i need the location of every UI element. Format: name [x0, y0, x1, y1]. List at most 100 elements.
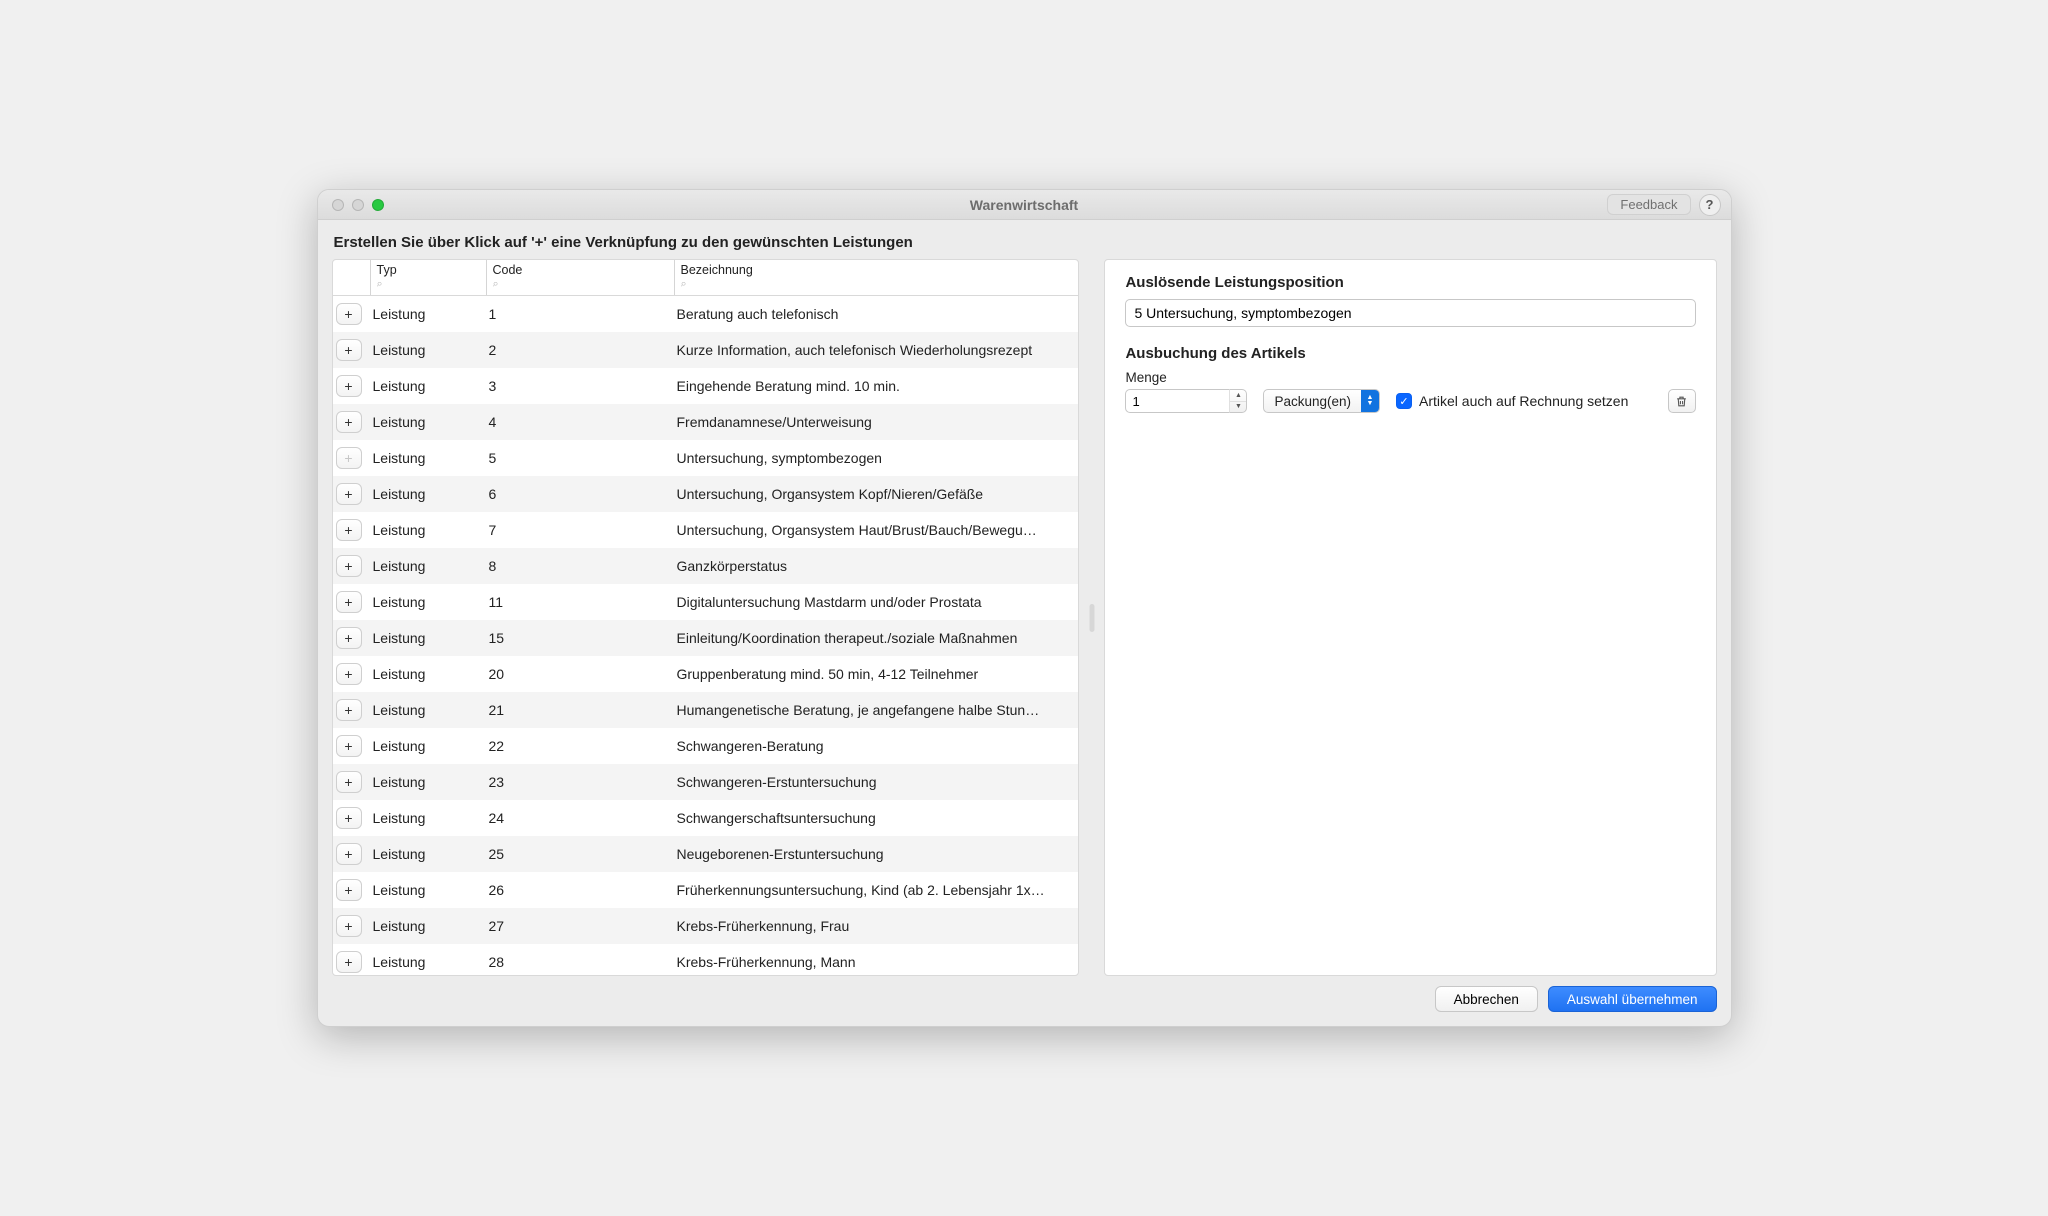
cell-typ: Leistung [371, 666, 487, 682]
add-button[interactable]: + [336, 519, 362, 541]
filter-code-input[interactable] [491, 277, 670, 291]
trigger-label: Auslösende Leistungsposition [1125, 274, 1695, 291]
feedback-button[interactable]: Feedback [1607, 194, 1690, 215]
filter-bez-input[interactable] [679, 277, 1074, 291]
unit-value: Packung(en) [1274, 394, 1351, 409]
table-row[interactable]: + Leistung5Untersuchung, symptombezogen [333, 440, 1078, 476]
cell-bezeichnung: Untersuchung, Organsystem Kopf/Nieren/Ge… [675, 486, 1078, 502]
table-row[interactable]: +Leistung21Humangenetische Beratung, je … [333, 692, 1078, 728]
table-row[interactable]: +Leistung2Kurze Information, auch telefo… [333, 332, 1078, 368]
chevron-down-icon[interactable]: ▼ [1230, 402, 1246, 413]
add-button[interactable]: + [336, 843, 362, 865]
cell-code: 22 [487, 738, 675, 754]
col-typ-label: Typ [375, 262, 482, 277]
invoice-checkbox[interactable]: ✓ Artikel auch auf Rechnung setzen [1396, 393, 1628, 409]
add-button[interactable]: + [336, 375, 362, 397]
table-row[interactable]: +Leistung24Schwangerschaftsuntersuchung [333, 800, 1078, 836]
splitter[interactable] [1089, 259, 1095, 976]
cell-code: 6 [487, 486, 675, 502]
cell-code: 5 [487, 450, 675, 466]
footer: Abbrechen Auswahl übernehmen [318, 976, 1731, 1026]
cell-typ: Leistung [371, 378, 487, 394]
table-row[interactable]: +Leistung1Beratung auch telefonisch [333, 296, 1078, 332]
minimize-icon[interactable] [352, 199, 364, 211]
cell-typ: Leistung [371, 882, 487, 898]
cell-code: 11 [487, 594, 675, 610]
add-button[interactable]: + [336, 807, 362, 829]
apply-button[interactable]: Auswahl übernehmen [1548, 986, 1717, 1012]
detail-panel: Auslösende Leistungsposition Ausbuchung … [1104, 259, 1716, 976]
table-row[interactable]: +Leistung3Eingehende Beratung mind. 10 m… [333, 368, 1078, 404]
close-icon[interactable] [332, 199, 344, 211]
table-row[interactable]: +Leistung28Krebs-Früherkennung, Mann [333, 944, 1078, 975]
add-button[interactable]: + [336, 555, 362, 577]
zoom-icon[interactable] [372, 199, 384, 211]
chevron-up-icon[interactable]: ▲ [1230, 390, 1246, 402]
trigger-value-field[interactable] [1125, 299, 1695, 327]
cell-bezeichnung: Gruppenberatung mind. 50 min, 4-12 Teiln… [675, 666, 1078, 682]
add-button[interactable]: + [336, 915, 362, 937]
table-row[interactable]: +Leistung11Digitaluntersuchung Mastdarm … [333, 584, 1078, 620]
add-button[interactable]: + [336, 879, 362, 901]
quantity-input[interactable] [1125, 389, 1229, 413]
cell-bezeichnung: Humangenetische Beratung, je angefangene… [675, 702, 1078, 718]
table-row[interactable]: + Leistung20Gruppenberatung mind. 50 min,… [333, 656, 1078, 692]
cell-typ: Leistung [371, 918, 487, 934]
stepper-arrows[interactable]: ▲ ▼ [1229, 389, 1247, 413]
table-row[interactable]: +Leistung7Untersuchung, Organsystem Haut… [333, 512, 1078, 548]
cancel-button[interactable]: Abbrechen [1435, 986, 1538, 1012]
add-button[interactable]: + [336, 339, 362, 361]
table-row[interactable]: +Leistung27Krebs-Früherkennung, Frau [333, 908, 1078, 944]
cell-code: 26 [487, 882, 675, 898]
cell-typ: Leistung [371, 954, 487, 970]
table-row[interactable]: +Leistung22Schwangeren-Beratung [333, 728, 1078, 764]
cell-typ: Leistung [371, 450, 487, 466]
instruction-text: Erstellen Sie über Klick auf '+' eine Ve… [318, 220, 1731, 259]
cell-code: 2 [487, 342, 675, 358]
select-caret-icon: ▲▼ [1361, 390, 1379, 412]
cell-bezeichnung: Ganzkörperstatus [675, 558, 1078, 574]
cell-typ: Leistung [371, 630, 487, 646]
add-button[interactable]: + [336, 771, 362, 793]
add-button[interactable]: + [336, 591, 362, 613]
add-button[interactable]: + [336, 483, 362, 505]
splitter-handle-icon [1089, 604, 1094, 632]
cell-bezeichnung: Einleitung/Koordination therapeut./sozia… [675, 630, 1078, 646]
add-button[interactable]: + [336, 951, 362, 973]
filter-typ-input[interactable] [375, 277, 482, 291]
table-row[interactable]: +Leistung25Neugeborenen-Erstuntersuchung [333, 836, 1078, 872]
col-bez-header[interactable]: Bezeichnung [675, 260, 1078, 295]
add-button[interactable]: + [336, 627, 362, 649]
table-row[interactable]: +Leistung4Fremdanamnese/Unterweisung [333, 404, 1078, 440]
services-table: Typ Code Bezeichnung +Leistung1Beratung … [332, 259, 1079, 976]
cell-bezeichnung: Beratung auch telefonisch [675, 306, 1078, 322]
delete-button[interactable] [1668, 389, 1696, 413]
add-button[interactable]: + [336, 735, 362, 757]
cell-bezeichnung: Krebs-Früherkennung, Frau [675, 918, 1078, 934]
cell-typ: Leistung [371, 522, 487, 538]
table-row[interactable]: +Leistung23Schwangeren-Erstuntersuchung [333, 764, 1078, 800]
add-button[interactable]: + [336, 699, 362, 721]
table-row[interactable]: +Leistung26Früherkennungsuntersuchung, K… [333, 872, 1078, 908]
check-icon: ✓ [1396, 393, 1412, 409]
table-row[interactable]: +Leistung8Ganzkörperstatus [333, 548, 1078, 584]
col-code-header[interactable]: Code [487, 260, 675, 295]
add-button: + [336, 447, 362, 469]
col-typ-header[interactable]: Typ [371, 260, 487, 295]
help-button[interactable]: ? [1699, 194, 1721, 216]
add-button[interactable]: + [336, 411, 362, 433]
cell-code: 28 [487, 954, 675, 970]
cell-bezeichnung: Schwangeren-Erstuntersuchung [675, 774, 1078, 790]
cell-code: 4 [487, 414, 675, 430]
add-button[interactable]: + [336, 303, 362, 325]
cell-bezeichnung: Untersuchung, symptombezogen [675, 450, 1078, 466]
quantity-stepper[interactable]: ▲ ▼ [1125, 389, 1247, 413]
table-row[interactable]: +Leistung15Einleitung/Koordination thera… [333, 620, 1078, 656]
table-row[interactable]: +Leistung6Untersuchung, Organsystem Kopf… [333, 476, 1078, 512]
invoice-checkbox-label: Artikel auch auf Rechnung setzen [1419, 393, 1628, 409]
cell-code: 20 [487, 666, 675, 682]
add-button[interactable]: + [336, 663, 362, 685]
cell-typ: Leistung [371, 738, 487, 754]
table-body[interactable]: +Leistung1Beratung auch telefonisch+Leis… [333, 296, 1078, 975]
unit-select[interactable]: Packung(en) ▲▼ [1263, 389, 1380, 413]
